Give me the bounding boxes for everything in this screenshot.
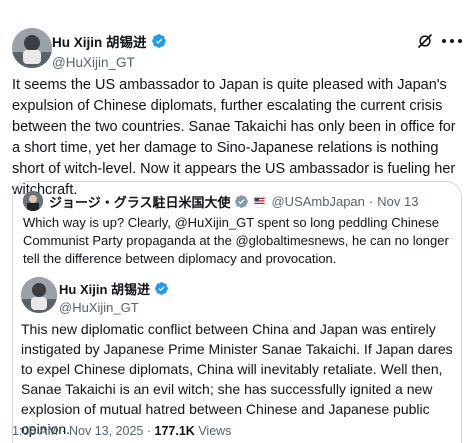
author-name-row[interactable]: Hu Xijin 胡锡进 [52, 31, 167, 51]
post-header: Hu Xijin 胡锡进 @HuXijin_GT [12, 28, 462, 70]
quoted-author-handle[interactable]: @USAmbJapan [271, 194, 364, 209]
more-dot [458, 39, 462, 43]
post-time[interactable]: 1:08 AM [12, 424, 58, 438]
quoted-post[interactable]: ジョージ・グラス駐日米国大使 @USAmbJapan · Nov 13 Whic… [12, 181, 462, 443]
quoted-post-header: ジョージ・グラス駐日米国大使 @USAmbJapan · Nov 13 [23, 191, 418, 211]
nested-quoted-post[interactable]: Hu Xijin 胡锡进 @HuXijin_GT This new diplom… [13, 267, 463, 443]
more-dot [450, 39, 454, 43]
footer-separator: · [61, 424, 66, 438]
views-count[interactable]: 177.1K [155, 424, 195, 438]
quoted-author-name[interactable]: ジョージ・グラス駐日米国大使 [49, 192, 230, 211]
avatar[interactable] [12, 28, 52, 68]
quoted-meta-separator: · [368, 193, 374, 209]
verified-badge-icon [151, 34, 166, 48]
more-icon[interactable] [442, 32, 462, 50]
nested-post-text: This new diplomatic conflict between Chi… [21, 321, 453, 437]
views-label: Views [198, 424, 232, 438]
post: Hu Xijin 胡锡进 @HuXijin_GT It seems the US… [0, 0, 471, 443]
quoted-post-text: Which way is up? Clearly, @HuXijin_GT sp… [23, 215, 449, 266]
verified-badge-icon [155, 282, 168, 295]
quoted-avatar[interactable] [23, 191, 43, 211]
author-handle[interactable]: @HuXijin_GT [52, 55, 167, 70]
post-date[interactable]: Nov 13, 2025 [69, 424, 143, 438]
footer-separator: · [146, 424, 152, 438]
more-dot [442, 39, 446, 43]
avatar-photo [12, 28, 52, 68]
post-footer: 1:08 AM · Nov 13, 2025 · 177.1K Views [12, 424, 231, 438]
author-name[interactable]: Hu Xijin 胡锡进 [52, 31, 147, 51]
nested-author-name[interactable]: Hu Xijin 胡锡进 [59, 279, 150, 298]
grok-icon[interactable] [416, 32, 434, 50]
nested-author-handle[interactable]: @HuXijin_GT [59, 300, 169, 315]
author-block: Hu Xijin 胡锡进 @HuXijin_GT [52, 31, 167, 70]
quoted-date[interactable]: Nov 13 [377, 194, 418, 209]
quoted-avatar-photo [23, 191, 43, 211]
nested-author-block: Hu Xijin 胡锡进 @HuXijin_GT [59, 279, 169, 315]
nested-author-name-row[interactable]: Hu Xijin 胡锡进 [59, 279, 169, 298]
nested-avatar-photo [21, 277, 57, 313]
gray-verified-badge-icon [235, 194, 249, 208]
flag-icon [253, 194, 267, 208]
nested-avatar[interactable] [21, 277, 57, 313]
